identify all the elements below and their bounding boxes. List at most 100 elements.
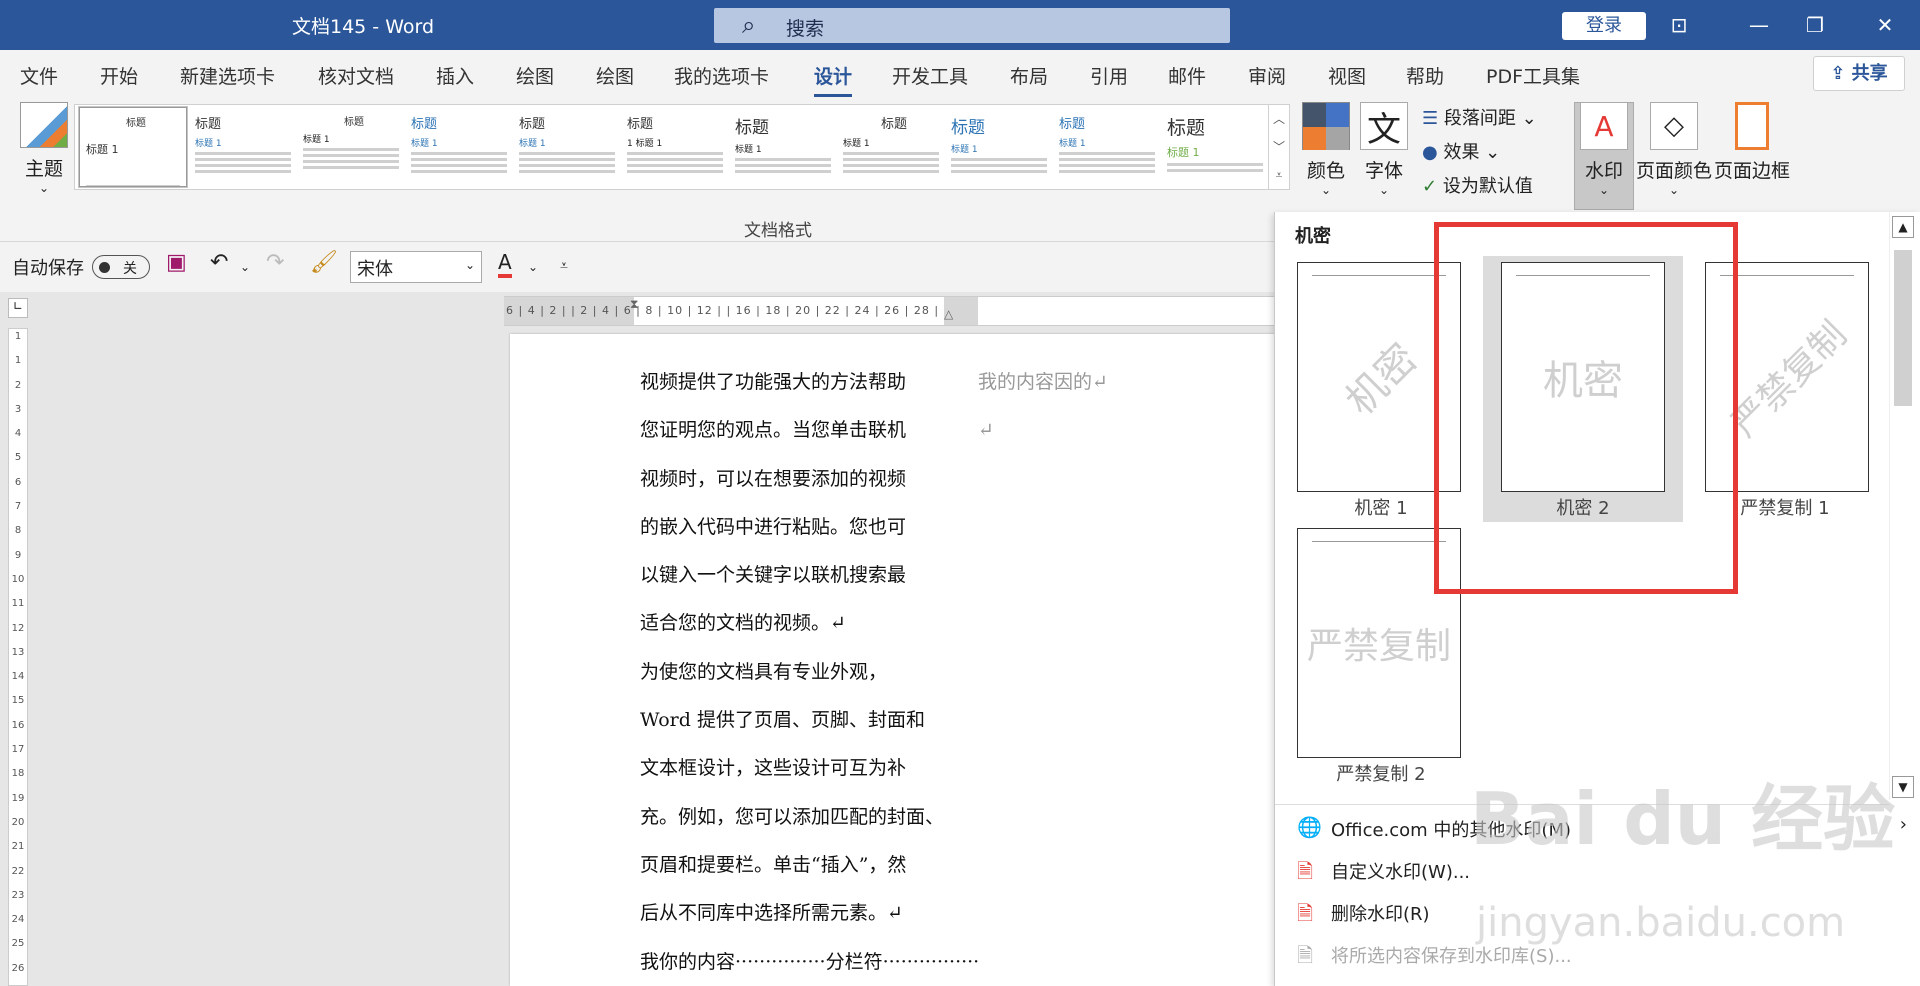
search-box[interactable]: ⌕ 搜索 <box>714 8 1230 43</box>
style-sub: 标题 1 <box>1059 139 1086 149</box>
vruler-strip: 1 1 2 3 4 5 6 7 8 9 10 11 12 13 14 15 16 17 18 19 20 21 22 23 24… <box>8 328 28 986</box>
style-heading: 标题 <box>1059 117 1086 132</box>
vruler-tick: 22 <box>11 865 25 877</box>
share-label: 共享 <box>1851 63 1888 84</box>
panel-scrollbar[interactable]: ▲ ▼ <box>1889 212 1917 800</box>
tab-layout[interactable]: 布局 <box>1010 62 1048 89</box>
effects-icon: ● <box>1422 142 1438 163</box>
tab-pdf[interactable]: PDF工具集 <box>1486 62 1580 89</box>
document-column-2[interactable]: 我的内容因的↵ ↵ <box>978 358 1108 455</box>
restore-icon[interactable]: ❐ <box>1792 8 1838 42</box>
page-borders-button[interactable]: 页面边框 <box>1714 102 1790 183</box>
tab-insert[interactable]: 插入 <box>436 62 474 89</box>
style-item[interactable]: 标题 标题 1 <box>405 107 513 187</box>
style-sub: 1 标题 1 <box>627 139 663 149</box>
colors-button[interactable]: 颜色 ⌄ <box>1296 102 1356 197</box>
themes-icon <box>20 102 68 148</box>
effects-button[interactable]: ● 效果 ⌄ <box>1422 138 1500 164</box>
chevron-down-icon: ⌄ <box>1668 183 1680 197</box>
tab-my[interactable]: 我的选项卡 <box>674 62 769 89</box>
autosave-toggle[interactable]: 关 <box>92 255 150 279</box>
check-icon: ✓ <box>1422 176 1438 197</box>
paragraph-line: ↵ <box>978 419 994 442</box>
scroll-down-icon[interactable]: ﹀ <box>1269 133 1289 161</box>
style-item[interactable]: 标题 标题 1 <box>1161 107 1269 187</box>
tab-file[interactable]: 文件 <box>20 62 58 89</box>
login-button[interactable]: 登录 <box>1562 12 1646 40</box>
tab-home[interactable]: 开始 <box>100 62 138 89</box>
tab-draw-2[interactable]: 绘图 <box>596 62 634 89</box>
tab-new[interactable]: 新建选项卡 <box>180 62 275 89</box>
scroll-up-icon[interactable]: ▲ <box>1892 216 1914 238</box>
vruler-tick: 15 <box>11 695 25 707</box>
style-sub: 标题 1 <box>303 135 330 145</box>
page-color-button[interactable]: ◇ 页面颜色 ⌄ <box>1636 102 1712 197</box>
style-item[interactable]: 标题 标题 1 <box>78 106 188 188</box>
gallery-scroll[interactable]: ︿ ﹀ ⩡ <box>1268 104 1290 190</box>
style-item[interactable]: 标题标题 1 <box>297 107 405 187</box>
indent-marker-icon[interactable]: ⧗ <box>630 297 638 312</box>
set-default-label: 设为默认值 <box>1442 176 1533 197</box>
chevron-down-icon[interactable]: ⌄ <box>528 260 538 274</box>
undo-icon[interactable]: ↶ <box>210 250 228 275</box>
style-heading: 标题 <box>627 117 654 132</box>
tab-view[interactable]: 视图 <box>1328 62 1366 89</box>
tab-design[interactable]: 设计 <box>814 62 853 97</box>
style-sub: 标题 1 <box>519 139 546 149</box>
style-item[interactable]: 标题 标题 1 <box>945 107 1053 187</box>
vertical-ruler: ∟ 1 1 2 3 4 5 6 7 8 9 10 11 12 13 14 15 16 17 18 19 20 21 22 23… <box>0 292 36 986</box>
scroll-thumb[interactable] <box>1894 250 1912 406</box>
chevron-down-icon: ⌄ <box>38 181 50 195</box>
gallery-more-icon[interactable]: ⩡ <box>1269 161 1289 189</box>
chevron-down-icon: ⌄ <box>1598 183 1610 197</box>
save-icon[interactable]: ▣ <box>166 250 187 275</box>
style-sub: 标题 1 <box>1167 146 1200 159</box>
tab-draw[interactable]: 绘图 <box>516 62 554 89</box>
themes-button[interactable]: 主题 ⌄ <box>14 102 74 202</box>
scroll-down-icon[interactable]: ▼ <box>1892 776 1914 798</box>
document-column-1[interactable]: 视频提供了功能强大的方法帮助 您证明您的观点。当您单击联机 视频时，可以在想要添加的… <box>640 358 979 986</box>
paragraph-line: 充。例如，您可以添加匹配的封面、 <box>640 805 945 828</box>
style-heading: 标题 <box>195 117 222 132</box>
vruler-tick: 13 <box>11 646 25 658</box>
style-item[interactable]: 标题标题 1 <box>1053 107 1161 187</box>
vruler-tick: 8 <box>14 525 22 537</box>
minimize-icon[interactable]: — <box>1736 8 1782 42</box>
paragraph-spacing-button[interactable]: ☰ 段落间距 ⌄ <box>1422 104 1537 130</box>
watermark-button[interactable]: A 水印 ⌄ <box>1574 102 1634 197</box>
tab-selector-icon[interactable]: ∟ <box>8 298 28 318</box>
column-marker-icon[interactable]: △ <box>944 307 953 321</box>
style-item[interactable]: 标题 标题 1 <box>189 107 297 187</box>
ribbon-tabs: 文件 开始 新建选项卡 核对文档 插入 绘图 绘图 我的选项卡 设计 开发工具 … <box>0 50 1920 98</box>
tab-help[interactable]: 帮助 <box>1406 62 1444 89</box>
tab-mailings[interactable]: 邮件 <box>1168 62 1206 89</box>
section-title: 机密 <box>1295 226 1331 247</box>
set-default-button[interactable]: ✓ 设为默认值 <box>1422 172 1533 198</box>
style-item[interactable]: 标题 标题 1 <box>729 107 837 187</box>
font-select[interactable]: 宋体 ⌄ <box>350 251 482 283</box>
menu-label: 自定义水印(W)... <box>1331 862 1471 883</box>
format-painter-icon[interactable]: 🖌 <box>310 250 338 275</box>
share-button[interactable]: ⇪ 共享 <box>1813 56 1905 91</box>
tab-references[interactable]: 引用 <box>1090 62 1128 89</box>
font-value: 宋体 <box>357 259 393 280</box>
tab-review[interactable]: 审阅 <box>1248 62 1286 89</box>
style-heading: 标题 <box>344 117 364 128</box>
ribbon-display-icon[interactable]: ⊡ <box>1656 8 1702 42</box>
customize-qat-icon[interactable]: ⩡ <box>560 258 568 274</box>
tab-review-doc[interactable]: 核对文档 <box>318 62 394 89</box>
style-item[interactable]: 标题 标题 1 <box>513 107 621 187</box>
scroll-up-icon[interactable]: ︿ <box>1269 105 1289 133</box>
fonts-button[interactable]: 文 字体 ⌄ <box>1356 102 1412 197</box>
style-item[interactable]: 标题 标题 1 <box>837 107 945 187</box>
style-item[interactable]: 标题 1 标题 1 <box>621 107 729 187</box>
chevron-down-icon[interactable]: ⌄ <box>240 260 250 274</box>
chevron-down-icon: ⌄ <box>464 258 475 272</box>
paragraph-line: Word 提供了页眉、页脚、封面和 <box>640 709 925 732</box>
close-icon[interactable]: ✕ <box>1862 8 1908 42</box>
style-heading: 标题 <box>735 118 769 138</box>
tab-developer[interactable]: 开发工具 <box>892 62 968 89</box>
font-color-icon[interactable]: A <box>498 250 512 278</box>
redo-icon[interactable]: ↷ <box>266 250 284 275</box>
paragraph-line: 后从不同库中选择所需元素。↵ <box>640 902 903 925</box>
